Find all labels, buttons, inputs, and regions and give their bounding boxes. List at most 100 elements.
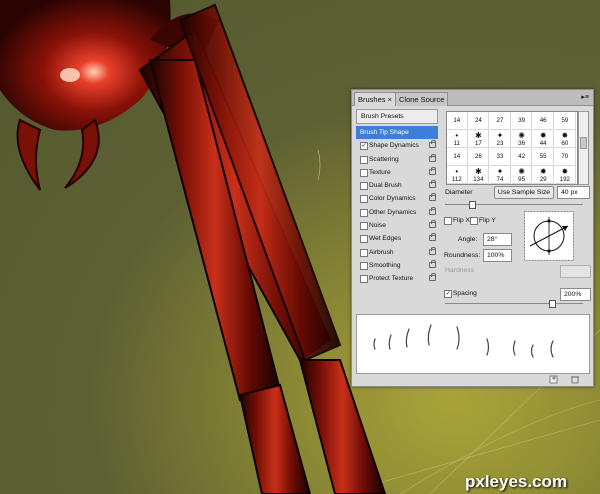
brush-tip-icon: ✺ [518, 167, 525, 176]
brush-option-texture[interactable]: Texture [356, 166, 438, 179]
brush-tip-cell[interactable]: ✱ 17 [468, 130, 490, 148]
option-checkbox[interactable] [360, 208, 368, 217]
flip-x-checkbox[interactable] [444, 217, 452, 225]
angle-input[interactable]: 28° [483, 233, 512, 246]
flip-y-checkbox[interactable] [470, 217, 478, 225]
brush-tip-cell[interactable]: • 112 [447, 166, 468, 184]
roundness-input[interactable]: 100% [483, 249, 512, 262]
brush-tip-cell[interactable]: ✺ 36 [511, 130, 533, 148]
brush-option-noise[interactable]: Noise [356, 219, 438, 232]
brush-tip-cell[interactable]: 39 [511, 112, 533, 130]
brush-option-other-dynamics[interactable]: Other Dynamics [356, 206, 438, 219]
brush-tip-cell[interactable]: ✦ 74 [490, 166, 511, 184]
brush-size-label: 27 [496, 117, 504, 124]
roundness-label: Roundness: [444, 252, 481, 259]
lock-icon[interactable] [429, 166, 436, 175]
angle-label: Angle: [458, 236, 478, 243]
brush-option-protect-texture[interactable]: Protect Texture [356, 272, 438, 285]
lock-icon[interactable] [429, 233, 436, 242]
panel-tab-bar: Brushes × Clone Source ▸≡ [352, 90, 593, 106]
option-checkbox[interactable] [360, 275, 368, 284]
option-checkbox[interactable] [360, 248, 368, 257]
option-label: Texture [369, 168, 391, 176]
lock-icon[interactable] [429, 206, 436, 215]
diameter-slider[interactable] [445, 204, 583, 205]
brush-presets-label: Brush Presets [361, 113, 404, 120]
tab-clone-source[interactable]: Clone Source [395, 92, 449, 106]
lock-icon[interactable] [429, 140, 436, 149]
watermark: pxleyes.com [465, 472, 568, 491]
brush-presets-button[interactable]: Brush Presets [356, 109, 438, 124]
lock-icon[interactable] [429, 259, 436, 268]
brush-option-shape-dynamics[interactable]: ✓ Shape Dynamics [356, 139, 438, 152]
brush-tip-cell[interactable]: 33 [490, 148, 511, 166]
brush-tip-cell[interactable]: ✱ 134 [468, 166, 490, 184]
brush-size-label: 17 [474, 140, 482, 147]
brush-tip-cell[interactable]: • 11 [447, 130, 468, 148]
option-label: Noise [369, 222, 386, 230]
brush-tip-cell[interactable]: 55 [533, 148, 554, 166]
brush-size-label: 60 [561, 140, 569, 147]
option-checkbox[interactable] [360, 182, 368, 191]
brush-tip-cell[interactable]: ✹ 29 [533, 166, 554, 184]
scrollbar-thumb[interactable] [580, 137, 587, 149]
brush-option-brush-tip-shape[interactable]: Brush Tip Shape [356, 126, 438, 140]
brush-tip-cell[interactable]: ✸ 60 [555, 130, 576, 148]
tab-close-icon[interactable]: × [388, 95, 392, 104]
brush-tip-cell[interactable]: 27 [490, 112, 511, 130]
option-checkbox[interactable] [360, 261, 368, 270]
brush-size-label: 11 [453, 140, 461, 147]
option-label: Smoothing [369, 261, 401, 269]
flip-y-option[interactable]: Flip Y [466, 214, 506, 227]
lock-icon[interactable] [429, 246, 436, 255]
option-checkbox[interactable] [360, 155, 368, 164]
lock-icon[interactable] [429, 193, 436, 202]
brush-tip-cell[interactable]: 14 [447, 148, 468, 166]
brush-tip-cell[interactable]: 46 [533, 112, 554, 130]
brush-tip-cell[interactable]: 70 [555, 148, 576, 166]
option-checkbox[interactable] [360, 222, 368, 231]
brush-tip-cell[interactable]: 24 [468, 112, 490, 130]
brush-tip-cell[interactable]: ✺ 95 [511, 166, 533, 184]
brush-tip-icon: ✦ [496, 131, 504, 140]
lock-icon[interactable] [429, 220, 436, 229]
lock-icon[interactable] [429, 273, 436, 282]
lock-icon[interactable] [429, 153, 436, 162]
spacing-checkbox[interactable]: ✓ [444, 290, 452, 298]
option-checkbox[interactable]: ✓ [360, 142, 368, 151]
brush-option-scattering[interactable]: Scattering [356, 153, 438, 166]
use-sample-size-button[interactable]: Use Sample Size [494, 186, 554, 199]
brush-tip-cell[interactable]: 42 [511, 148, 533, 166]
brush-grid-scrollbar[interactable] [578, 111, 589, 185]
brush-tip-cell[interactable]: 59 [555, 112, 576, 130]
option-checkbox[interactable] [360, 235, 368, 244]
new-preset-icon[interactable] [549, 375, 558, 384]
option-checkbox[interactable] [360, 168, 368, 177]
tab-brushes[interactable]: Brushes × [354, 92, 396, 106]
brush-tip-icon: ✹ [539, 131, 547, 140]
delete-trash-icon[interactable] [571, 376, 579, 384]
brush-tip-cell[interactable]: 14 [447, 112, 468, 130]
diameter-slider-knob[interactable] [469, 201, 476, 209]
spacing-input[interactable]: 200% [560, 288, 591, 301]
lock-icon[interactable] [429, 180, 436, 189]
brush-option-smoothing[interactable]: Smoothing [356, 259, 438, 272]
option-checkbox[interactable] [360, 195, 368, 204]
brush-option-wet-edges[interactable]: Wet Edges [356, 232, 438, 245]
brush-option-dual-brush[interactable]: Dual Brush [356, 179, 438, 192]
spacing-option[interactable]: ✓ Spacing [440, 287, 500, 300]
brush-tip-cell[interactable]: ✸ 192 [555, 166, 576, 184]
brush-option-airbrush[interactable]: Airbrush [356, 246, 438, 259]
brush-tip-cell[interactable]: 26 [468, 148, 490, 166]
diameter-input[interactable]: 40 px [557, 186, 590, 199]
angle-roundness-widget[interactable] [524, 211, 574, 261]
option-label: Wet Edges [369, 235, 402, 243]
brush-tip-icon: ✱ [475, 167, 482, 176]
brush-size-label: 36 [518, 140, 526, 147]
spacing-slider-knob[interactable] [549, 300, 556, 308]
spacing-slider[interactable] [445, 303, 583, 304]
brush-option-color-dynamics[interactable]: Color Dynamics [356, 192, 438, 205]
brush-tip-cell[interactable]: ✦ 23 [490, 130, 511, 148]
brush-tip-cell[interactable]: ✹ 44 [533, 130, 554, 148]
panel-menu-icon[interactable]: ▸≡ [581, 93, 589, 101]
